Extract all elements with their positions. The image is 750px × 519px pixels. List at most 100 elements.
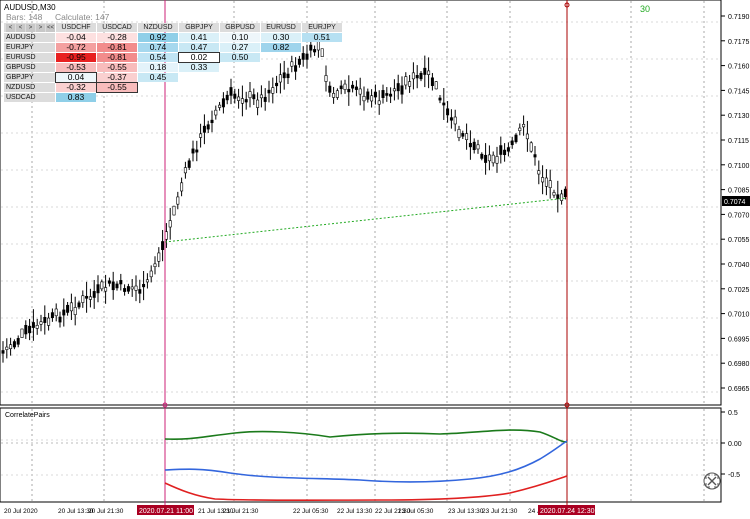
end-marker-label: 2020.07.24 12:30 <box>540 508 595 515</box>
candle-body <box>35 325 39 329</box>
correlation-cell[interactable]: -0.37 <box>97 73 137 82</box>
correlation-cell[interactable]: -0.53 <box>56 63 96 72</box>
correlation-table: < < > > << USDCHF USDCAD NZDUSD GBPJPY GBPUSD EURU… <box>3 22 343 103</box>
correlation-cell[interactable]: -0.81 <box>97 53 137 62</box>
candle-body <box>442 102 446 106</box>
price-tick-label: 0.7070 <box>728 212 750 219</box>
table-row: EURUSD -0.95 -0.81 0.54 0.02 0.50 <box>4 52 342 63</box>
correlation-cell <box>138 83 178 92</box>
price-tick-label: 0.6965 <box>728 386 750 393</box>
candle-body <box>476 144 480 150</box>
correlation-cell <box>302 63 342 72</box>
correlation-cell[interactable]: 0.30 <box>261 33 301 42</box>
correlation-cell[interactable]: -0.32 <box>56 83 96 92</box>
candle-body <box>518 127 522 132</box>
row-header: EURUSD <box>4 53 55 62</box>
correlation-cell[interactable]: 0.92 <box>138 33 178 42</box>
candle-body <box>164 231 168 240</box>
candle-body <box>168 220 172 228</box>
correlation-cell[interactable]: 0.18 <box>138 63 178 72</box>
correlation-cell[interactable]: 0.83 <box>56 93 96 102</box>
correlation-cell[interactable]: -0.55 <box>97 63 137 72</box>
nav-button[interactable]: > <box>36 23 45 32</box>
correlation-cell <box>138 93 178 102</box>
candle-body <box>191 148 195 154</box>
bars-status: Bars: 148 <box>6 12 43 22</box>
candle-body <box>510 140 514 146</box>
correlation-cell <box>261 83 301 92</box>
correlation-cell[interactable]: -0.28 <box>97 33 137 42</box>
candle-body <box>77 302 81 308</box>
correlation-cell[interactable]: 0.10 <box>220 33 260 42</box>
candle-body <box>88 296 92 300</box>
table-header-row: < < > > << USDCHF USDCAD NZDUSD GBPJPY GBPUSD EURU… <box>4 23 342 32</box>
candle-body <box>100 281 104 290</box>
candle-body <box>347 88 351 93</box>
indicator-tick-label: 0.5 <box>728 410 738 417</box>
candle-body <box>419 72 423 80</box>
correlation-cell[interactable]: 0.27 <box>220 43 260 52</box>
row-header: GBPUSD <box>4 63 55 72</box>
candle-body <box>449 117 453 121</box>
candle-body <box>560 193 564 201</box>
candle-body <box>172 205 176 216</box>
candle-body <box>354 86 358 90</box>
candle-body <box>366 91 370 100</box>
column-header: NZDUSD <box>138 23 178 32</box>
nav-button[interactable]: < <box>6 23 15 32</box>
candle-body <box>187 160 191 168</box>
correlation-cell[interactable]: -0.95 <box>56 53 96 62</box>
price-tick-label: 0.6980 <box>728 361 750 368</box>
correlation-cell[interactable]: -0.55 <box>96 82 138 93</box>
correlation-cell[interactable]: 0.47 <box>179 43 219 52</box>
correlation-cell[interactable]: 0.02 <box>178 52 220 63</box>
nav-button[interactable]: < <box>16 23 25 32</box>
correlation-cell[interactable]: 0.82 <box>261 43 301 52</box>
candle-body <box>404 76 408 86</box>
indicator-frame <box>0 407 722 503</box>
correlation-cell[interactable]: 0.74 <box>138 43 178 52</box>
correlation-cell[interactable]: 0.45 <box>138 73 178 82</box>
time-label: 22 Jul 13:30 <box>337 508 373 515</box>
column-header: EURUSD <box>261 23 301 32</box>
candle-body <box>544 177 548 187</box>
correlation-cell[interactable]: 0.33 <box>179 63 219 72</box>
correlation-cell[interactable]: 0.50 <box>220 53 260 62</box>
correlation-cell[interactable]: -0.81 <box>97 43 137 52</box>
correlation-cell[interactable]: 0.04 <box>55 72 97 83</box>
candle-body <box>28 325 32 334</box>
candle-body <box>358 88 362 95</box>
correlation-cell[interactable]: 0.41 <box>179 33 219 42</box>
table-row: USDCAD 0.83 <box>4 93 342 102</box>
candle-body <box>142 283 146 288</box>
correlation-cell[interactable]: -0.04 <box>56 33 96 42</box>
candle-body <box>180 182 184 192</box>
candle-body <box>58 316 62 323</box>
price-tick-label: 0.7145 <box>728 88 750 95</box>
correlation-cell <box>179 73 219 82</box>
candle-body <box>548 180 552 189</box>
time-label: 20 Jul 2020 <box>4 508 38 515</box>
candle-body <box>210 119 214 124</box>
candle-body <box>1 350 5 354</box>
time-axis: 20 Jul 2020 20 Jul 13:3020 Jul 21:30 21 Ju… <box>4 508 546 515</box>
correlation-cell[interactable]: 0.51 <box>302 33 342 42</box>
correlation-cell[interactable]: -0.72 <box>56 43 96 52</box>
price-tick-label: 0.7130 <box>728 113 750 120</box>
candle-body <box>499 145 503 155</box>
candle-body <box>495 156 499 164</box>
table-row: EURJPY -0.72 -0.81 0.74 0.47 0.27 0.82 <box>4 43 342 52</box>
start-marker-label: 2020.07.21 11:00 <box>139 508 193 515</box>
candle-body <box>54 308 58 317</box>
nav-button[interactable]: > <box>26 23 35 32</box>
symbol-title: AUDUSD,M30 <box>4 3 56 12</box>
candle-body <box>563 188 567 197</box>
nav-buttons: < < > > << <box>4 23 55 32</box>
price-tick-label: 0.7010 <box>728 312 750 319</box>
price-tick-label: 0.7040 <box>728 262 750 269</box>
candle-body <box>202 125 206 133</box>
nav-button[interactable]: << <box>46 23 55 32</box>
correlation-cell[interactable]: 0.54 <box>138 53 178 62</box>
candle-body <box>47 317 51 326</box>
candle-body <box>415 75 419 79</box>
